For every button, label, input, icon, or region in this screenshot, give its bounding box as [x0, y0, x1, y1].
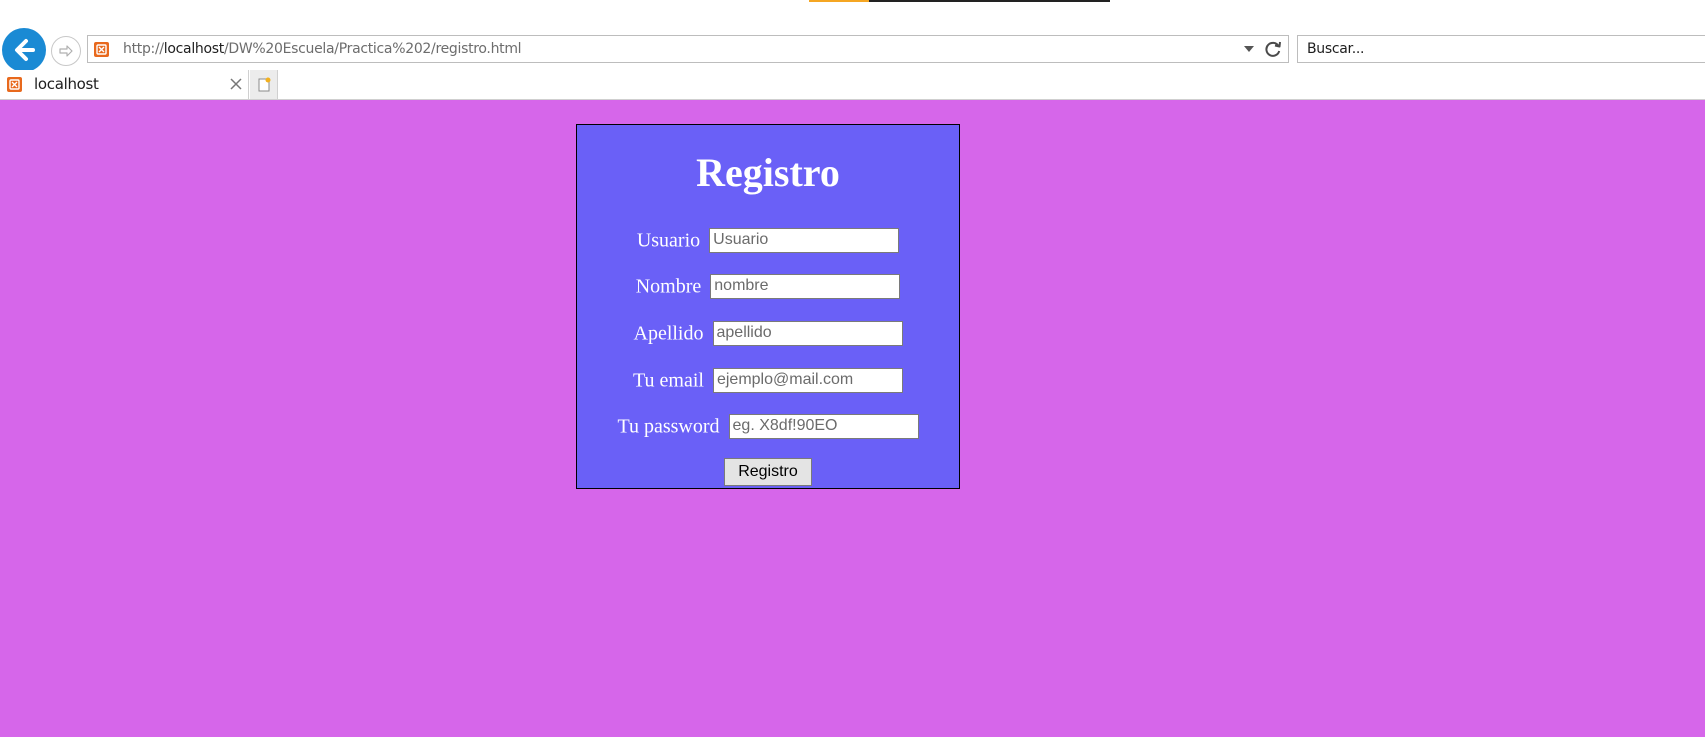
refresh-icon[interactable]: [1263, 39, 1283, 59]
usuario-label: Usuario: [636, 229, 701, 252]
xampp-favicon-icon: [7, 77, 22, 92]
back-button[interactable]: [2, 28, 46, 72]
url-text[interactable]: http://localhost/DW%20Escuela/Practica%2…: [123, 36, 522, 62]
address-dropdown-icon[interactable]: [1244, 46, 1254, 52]
tab-title: localhost: [34, 75, 99, 93]
arrow-right-icon: [59, 45, 73, 57]
nombre-input[interactable]: [710, 273, 901, 299]
email-input[interactable]: [712, 367, 903, 393]
form-row-apellido: Apellido: [577, 319, 959, 346]
new-tab-button[interactable]: [250, 70, 278, 99]
form-row-nombre: Nombre: [577, 272, 959, 299]
usuario-input[interactable]: [709, 227, 900, 253]
tab-localhost[interactable]: localhost: [0, 70, 249, 99]
url-path: /DW%20Escuela/Practica%202/registro.html: [223, 41, 522, 57]
url-host: localhost: [163, 41, 224, 57]
apellido-input[interactable]: [712, 320, 903, 346]
form-title: Registro: [696, 150, 840, 195]
email-label: Tu email: [633, 369, 704, 392]
password-input[interactable]: [728, 413, 919, 439]
browser-chrome: http://localhost/DW%20Escuela/Practica%2…: [0, 0, 1705, 100]
form-row-password: Tu password: [577, 412, 959, 439]
register-button[interactable]: Registro: [724, 458, 812, 486]
address-bar[interactable]: http://localhost/DW%20Escuela/Practica%2…: [87, 35, 1289, 63]
password-label: Tu password: [617, 415, 720, 438]
registration-form: Registro Usuario Nombre Apellido Tu emai…: [576, 124, 960, 489]
close-tab-button[interactable]: [228, 76, 244, 92]
url-scheme: http://: [123, 41, 164, 57]
new-tab-icon: [258, 77, 270, 91]
top-accent-bar-dark: [869, 0, 1110, 2]
xampp-favicon-icon: [94, 42, 109, 57]
forward-button[interactable]: [51, 36, 81, 66]
form-row-email: Tu email: [577, 366, 959, 393]
apellido-label: Apellido: [633, 322, 704, 345]
search-input[interactable]: Buscar...: [1297, 35, 1705, 63]
close-icon: [230, 78, 242, 90]
top-accent-bar: [809, 0, 869, 2]
nombre-label: Nombre: [635, 275, 702, 298]
form-row-usuario: Usuario: [577, 226, 959, 253]
arrow-left-icon: [15, 39, 35, 61]
